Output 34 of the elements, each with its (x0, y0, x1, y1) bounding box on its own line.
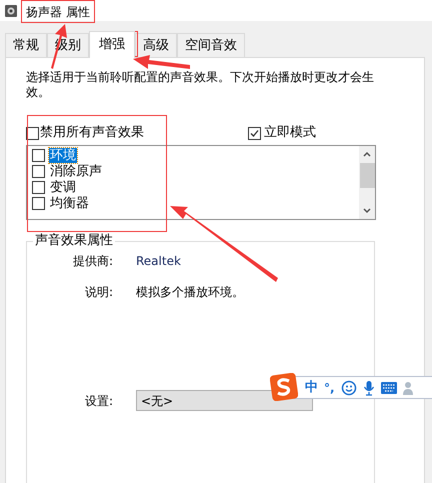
provider-label: 提供商: (72, 253, 113, 270)
group-legend: 声音效果属性 (33, 233, 115, 249)
checkbox[interactable] (248, 126, 261, 140)
effect-item[interactable]: 均衡器 (49, 196, 90, 210)
effects-list[interactable]: 环境 消除原声 变调 均衡器 (26, 145, 376, 220)
checkbox[interactable] (32, 180, 45, 194)
description-text: 选择适用于当前聆听配置的声音效果。下次开始播放时更改才会生效。 (26, 70, 375, 100)
effect-item[interactable]: 环境 (49, 148, 77, 162)
checkbox[interactable] (26, 126, 39, 140)
speaker-icon (4, 4, 18, 18)
window-title: 扬声器 属性 (26, 4, 90, 18)
description-value: 模拟多个播放环境。 (136, 284, 245, 301)
option-checkbox-label[interactable]: 立即模式 (248, 123, 316, 143)
tab[interactable]: 空间音效 (177, 33, 245, 57)
checkbox[interactable] (32, 196, 45, 210)
option-checkbox-label[interactable]: 禁用所有声音效果 (26, 123, 248, 143)
keyboard-icon[interactable] (380, 382, 397, 394)
microphone-icon[interactable] (362, 380, 375, 396)
sogou-logo-icon[interactable] (270, 373, 298, 401)
checkbox[interactable] (32, 164, 45, 178)
setting-label: 设置: (84, 392, 113, 410)
scrollbar[interactable] (359, 146, 375, 219)
provider-value: Realtek (136, 253, 182, 270)
scrollbar-thumb[interactable] (360, 163, 374, 188)
smiley-icon[interactable] (340, 380, 357, 396)
checkbox[interactable] (32, 148, 45, 162)
punctuation-button[interactable]: °, (324, 378, 335, 396)
tab[interactable]: 高级 (135, 33, 177, 57)
effect-item[interactable]: 变调 (49, 180, 77, 194)
effect-item[interactable]: 消除原声 (49, 164, 103, 178)
annotation-arrow (133, 55, 190, 69)
tab[interactable]: 常规 (5, 33, 47, 57)
tab[interactable]: 增强 (89, 31, 135, 58)
description-label: 说明: (84, 284, 113, 301)
